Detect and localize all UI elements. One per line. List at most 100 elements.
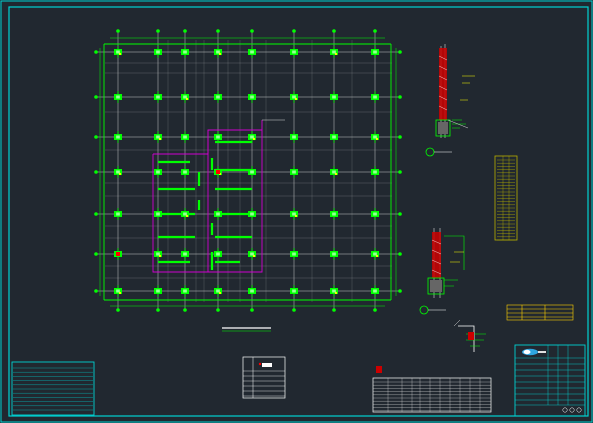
column-marker: [248, 91, 256, 103]
column-marker: [154, 248, 162, 260]
column-marker: [114, 208, 122, 220]
axis-bubble-row: [398, 212, 402, 216]
column-marker: [214, 208, 222, 220]
column-marker: [181, 131, 189, 143]
axis-bubble-column: [332, 308, 336, 312]
column-marker: [248, 285, 256, 297]
axis-bubble-column: [116, 29, 120, 33]
column-marker: [330, 248, 338, 260]
legend-box: [242, 356, 286, 399]
column-marker: [114, 131, 122, 143]
pile-marker: [294, 97, 298, 101]
column-marker: [181, 166, 189, 178]
company-logo-icon: [522, 348, 546, 356]
axis-bubble-row: [94, 252, 98, 256]
axis-bubble-row: [398, 289, 402, 293]
column-marker: [290, 166, 298, 178]
column-marker: [248, 166, 256, 178]
column-marker: [181, 91, 189, 103]
column-marker: [371, 91, 379, 103]
axis-bubble-column: [156, 29, 160, 33]
general-notes-table: [11, 361, 95, 416]
pile-marker: [185, 97, 189, 101]
column-marker: [371, 166, 379, 178]
pile-marker: [118, 291, 122, 295]
axis-bubble-column: [373, 29, 377, 33]
pile-marker: [118, 172, 122, 176]
pile-marker: [252, 254, 256, 258]
axis-bubble-column: [183, 29, 187, 33]
highlighted-column: [216, 170, 220, 174]
column-marker: [290, 208, 298, 220]
axis-bubble-column: [156, 308, 160, 312]
pile-marker: [294, 214, 298, 218]
axis-bubble-row: [94, 289, 98, 293]
axis-bubble-row: [94, 95, 98, 99]
material-schedule-table: [372, 366, 492, 413]
axis-bubble-row: [398, 170, 402, 174]
column-marker: [154, 285, 162, 297]
axis-bubble-column: [373, 308, 377, 312]
column-marker: [290, 285, 298, 297]
axis-bubble-row: [94, 170, 98, 174]
axis-bubble-column: [216, 29, 220, 33]
column-marker: [114, 46, 122, 58]
column-marker: [371, 285, 379, 297]
column-marker: [114, 91, 122, 103]
column-marker: [371, 208, 379, 220]
axis-bubble-row: [398, 252, 402, 256]
dimension-line: [222, 327, 271, 332]
pile-marker: [334, 172, 338, 176]
section-detail-2: [425, 44, 475, 157]
column-marker: [371, 248, 379, 260]
column-marker: [154, 91, 162, 103]
column-marker: [330, 166, 338, 178]
column-marker: [290, 131, 298, 143]
pile-marker: [118, 52, 122, 56]
axis-bubble-row: [398, 50, 402, 54]
column-marker: [114, 285, 122, 297]
column-marker: [330, 46, 338, 58]
axis-bubble-row: [94, 135, 98, 139]
axis-bubble-row: [94, 212, 98, 216]
column-marker: [330, 285, 338, 297]
column-marker: [214, 46, 222, 58]
axis-bubble-column: [116, 308, 120, 312]
pile-marker: [375, 137, 379, 141]
column-marker: [290, 46, 298, 58]
column-schedule-block: [494, 155, 518, 241]
axis-bubble-row: [398, 95, 402, 99]
drawing-sheet: [0, 0, 593, 423]
pile-marker: [334, 52, 338, 56]
column-marker: [371, 46, 379, 58]
column-marker: [290, 248, 298, 260]
node-detail: [453, 319, 486, 352]
axis-bubble-column: [183, 308, 187, 312]
column-marker: [181, 285, 189, 297]
column-marker: [154, 166, 162, 178]
column-grid: [114, 46, 379, 297]
axis-bubble-column: [250, 308, 254, 312]
column-marker: [181, 208, 189, 220]
pile-marker: [252, 137, 256, 141]
pile-marker: [375, 254, 379, 258]
axis-bubble-column: [332, 29, 336, 33]
axis-bubble-column: [250, 29, 254, 33]
column-marker: [181, 46, 189, 58]
axis-bubble-column: [216, 308, 220, 312]
pile-marker: [158, 254, 162, 258]
axis-bubble-row: [94, 50, 98, 54]
notes-table: [506, 304, 574, 321]
column-marker: [330, 91, 338, 103]
axis-bubble-column: [292, 308, 296, 312]
column-marker: [214, 248, 222, 260]
pile-marker: [334, 291, 338, 295]
column-marker: [290, 91, 298, 103]
column-marker: [154, 208, 162, 220]
column-marker: [214, 285, 222, 297]
column-marker: [248, 248, 256, 260]
foundation-beam-group: [158, 140, 252, 270]
column-marker: [371, 131, 379, 143]
column-marker: [154, 46, 162, 58]
column-marker: [248, 46, 256, 58]
